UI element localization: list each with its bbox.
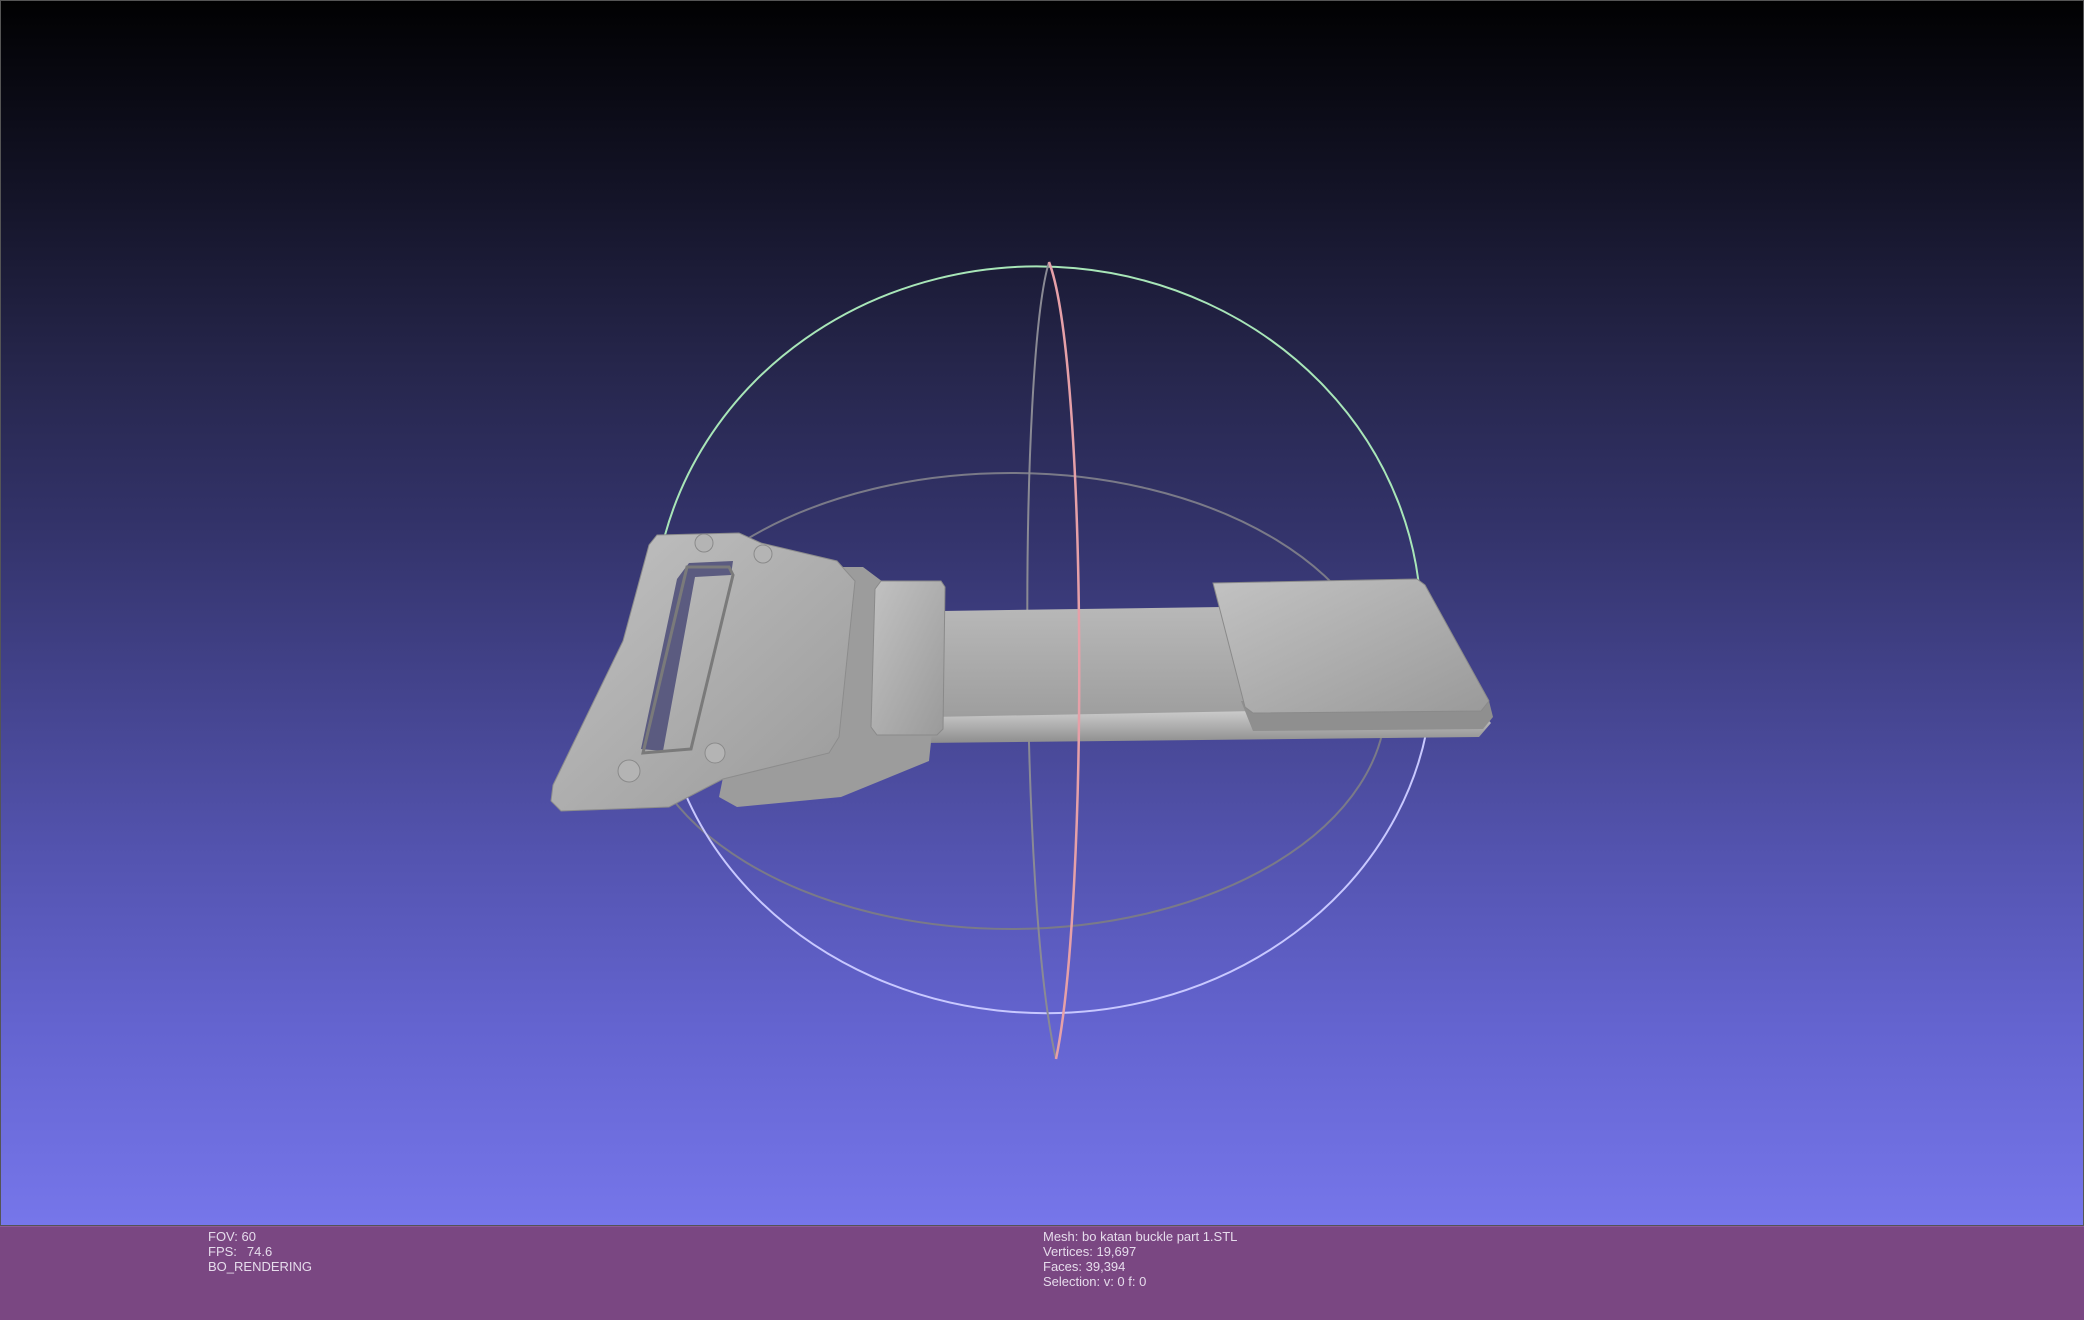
scene-canvas[interactable] [1, 1, 2084, 1227]
mesh-rivet [704, 742, 726, 764]
mesh-rivet [753, 544, 773, 564]
mesh-rivet [617, 759, 641, 783]
mesh-end-plate [1212, 578, 1490, 714]
render-info-panel: FOV: 60 FPS: 74.6 BO_RENDERING [208, 1229, 312, 1274]
mesh-name-label: Mesh: bo katan buckle part 1.STL [1043, 1229, 1238, 1244]
vertex-count-label: Vertices: 19,697 [1043, 1244, 1137, 1259]
face-count-label: Faces: 39,394 [1043, 1259, 1126, 1274]
fps-row: FPS: 74.6 [208, 1244, 312, 1259]
mesh-model[interactable] [550, 532, 1493, 812]
3d-viewport[interactable] [0, 0, 2084, 1226]
fps-label: FPS: [208, 1244, 237, 1259]
fps-value: 74.6 [246, 1244, 273, 1259]
render-mode-label: BO_RENDERING [208, 1259, 313, 1274]
fov-label: FOV: 60 [208, 1229, 256, 1244]
mesh-info-panel: Mesh: bo katan buckle part 1.STL Vertice… [1043, 1229, 1237, 1289]
mesh-rivet [694, 533, 714, 553]
selection-label: Selection: v: 0 f: 0 [1043, 1274, 1147, 1289]
mesh-slider-block [870, 580, 946, 736]
status-bar [0, 1226, 2084, 1320]
